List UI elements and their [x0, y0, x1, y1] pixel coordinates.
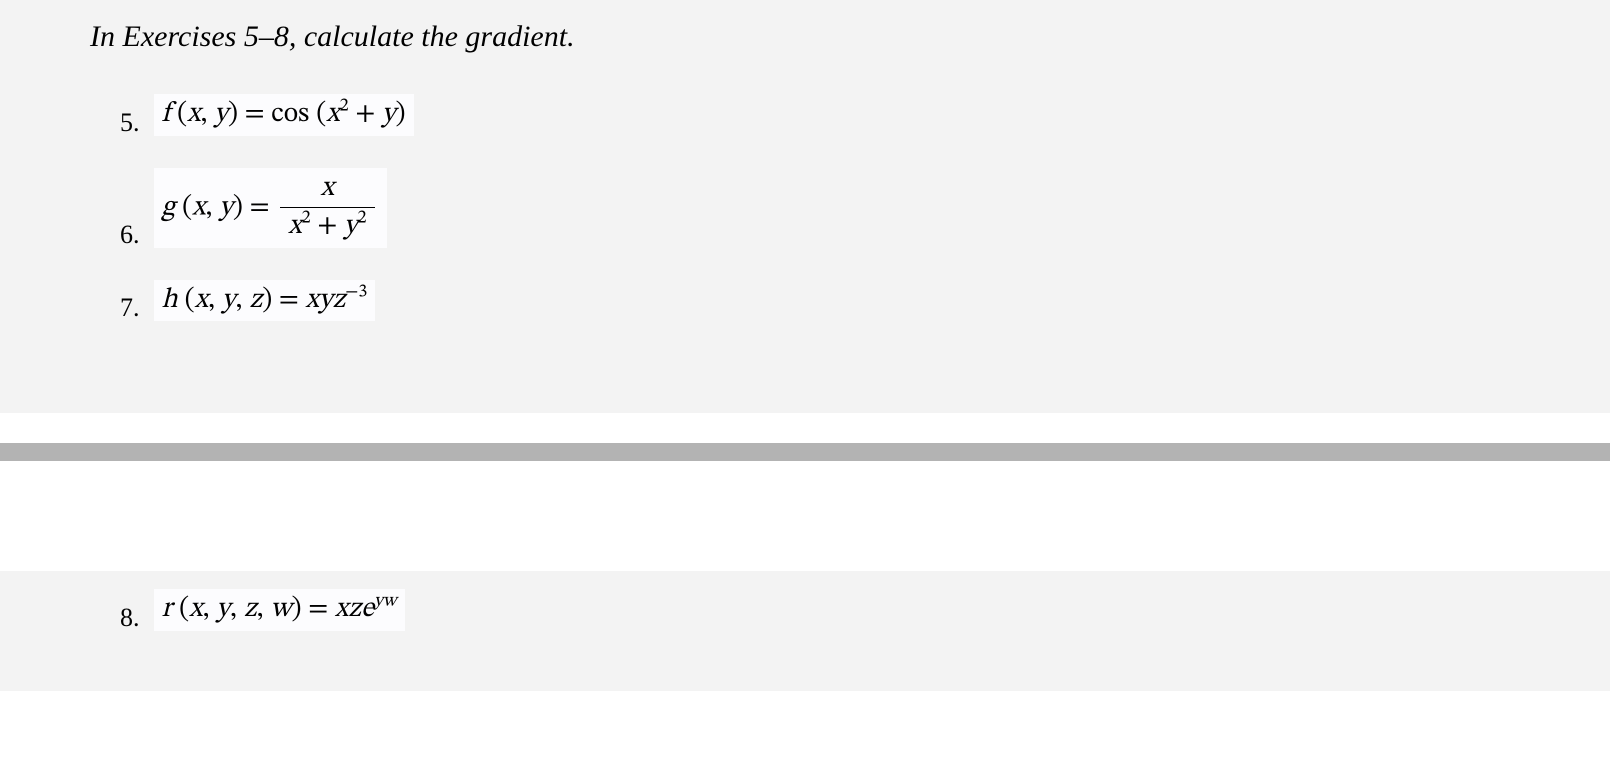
func-name: g: [162, 193, 176, 221]
xze: xze: [335, 595, 374, 623]
equals: =: [308, 595, 335, 623]
problem-number: 8.: [120, 605, 140, 631]
num-x: x: [321, 174, 334, 202]
a2: y: [216, 595, 230, 623]
a3: z: [249, 286, 262, 314]
problem-5: 5. f (x, y) = cos (x2 + y): [120, 94, 1610, 136]
close-paren: ): [292, 595, 302, 623]
args: x: [187, 100, 200, 128]
func-name: r: [162, 595, 173, 623]
c1: ,: [208, 286, 222, 314]
x-var: x: [326, 100, 339, 128]
close-paren: ): [228, 100, 238, 128]
den-x: x: [288, 212, 301, 240]
func-name: h: [162, 286, 178, 314]
a1: x: [189, 595, 202, 623]
exp-neg3: −3: [345, 283, 367, 301]
den-y-exp: 2: [358, 210, 367, 228]
c3: ,: [257, 595, 271, 623]
equals: =: [249, 193, 276, 221]
den-x-exp: 2: [302, 210, 311, 228]
func-name: f: [162, 100, 171, 128]
open-paren: (: [178, 286, 195, 314]
problem-6-formula: g (x, y) = x x2 + y2: [154, 168, 387, 248]
page-gap: [0, 461, 1610, 571]
c2: ,: [230, 595, 244, 623]
page-top-block: In Exercises 5–8, calculate the gradient…: [0, 0, 1610, 413]
comma: ,: [201, 100, 215, 128]
a4: w: [271, 595, 292, 623]
problem-7-formula: h (x, y, z) = xyz−3: [154, 280, 376, 322]
args2: y: [214, 100, 228, 128]
problem-number: 6.: [120, 222, 140, 248]
open-paren: (: [170, 100, 187, 128]
exp-yw: yw: [374, 593, 396, 611]
equals: =: [245, 100, 272, 128]
close-paren-2: ): [396, 100, 406, 128]
problem-number: 5.: [120, 110, 140, 136]
denominator: x2 + y2: [280, 208, 374, 244]
comma: ,: [205, 193, 219, 221]
den-y: y: [344, 212, 358, 240]
cos: cos: [271, 100, 316, 128]
page-divider: [0, 443, 1610, 461]
den-plus: +: [311, 212, 344, 240]
a3: z: [244, 595, 257, 623]
close-paren: ): [233, 193, 243, 221]
y-var: y: [382, 100, 396, 128]
page-bottom-block: 8. r (x, y, z, w) = xzeyw: [0, 571, 1610, 691]
problem-8-formula: r (x, y, z, w) = xzeyw: [154, 589, 405, 631]
plus: +: [349, 100, 382, 128]
args: x: [192, 193, 205, 221]
problem-8: 8. r (x, y, z, w) = xzeyw: [120, 589, 1610, 631]
exercise-instruction: In Exercises 5–8, calculate the gradient…: [90, 20, 1610, 54]
numerator: x: [280, 172, 374, 209]
open-paren-2: (: [316, 100, 326, 128]
problem-6: 6. g (x, y) = x x2 + y2: [120, 168, 1610, 248]
problem-number: 7.: [120, 295, 140, 321]
c2: ,: [235, 286, 249, 314]
args2: y: [219, 193, 233, 221]
problem-5-formula: f (x, y) = cos (x2 + y): [154, 94, 414, 136]
c1: ,: [203, 595, 217, 623]
fraction: x x2 + y2: [280, 172, 374, 244]
close-paren: ): [262, 286, 272, 314]
a1: x: [195, 286, 208, 314]
open-paren: (: [175, 193, 192, 221]
open-paren: (: [172, 595, 189, 623]
equals: =: [279, 286, 306, 314]
problem-7: 7. h (x, y, z) = xyz−3: [120, 280, 1610, 322]
a2: y: [222, 286, 236, 314]
xyz: xyz: [306, 286, 346, 314]
exp-2: 2: [340, 98, 349, 116]
